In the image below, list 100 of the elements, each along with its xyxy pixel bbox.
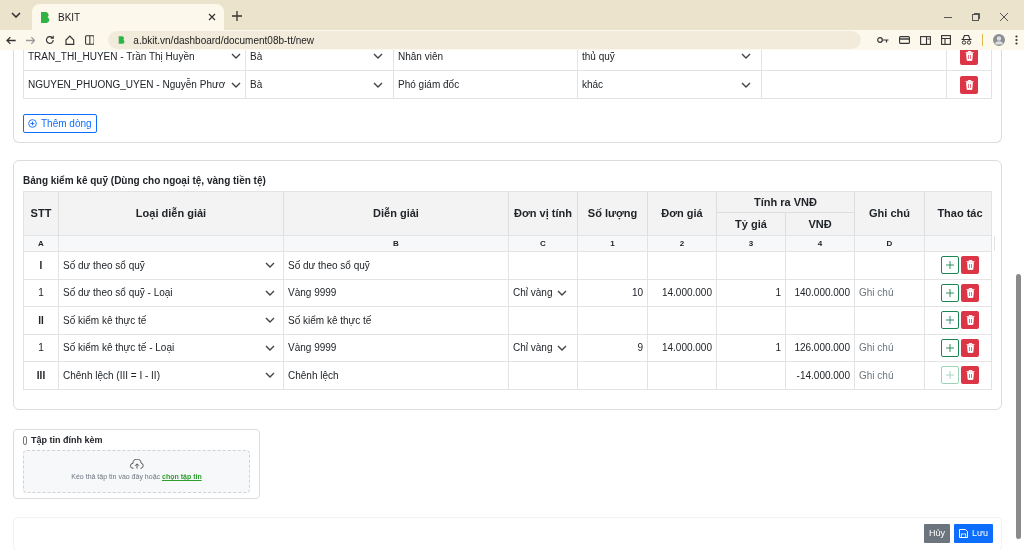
chevron-down-icon: [231, 81, 241, 88]
row-number: II: [38, 313, 44, 328]
number-field[interactable]: 140.000.000: [794, 285, 850, 301]
trash-icon: [965, 370, 975, 381]
save-button[interactable]: Lưu: [953, 524, 993, 543]
column-code: B: [393, 237, 399, 250]
column-header: Thao tác: [936, 206, 984, 222]
text-field[interactable]: Chênh lệch: [288, 367, 339, 383]
row-number: III: [36, 368, 46, 383]
chevron-down-icon: [231, 53, 241, 59]
column-code: D: [886, 237, 893, 250]
close-icon[interactable]: [208, 13, 216, 21]
select-field[interactable]: NGUYEN_PHUONG_UYEN - Nguyễn Phươ: [28, 71, 241, 98]
forward-icon[interactable]: [25, 35, 36, 45]
column-code: 2: [679, 237, 685, 250]
select-field[interactable]: Số kiểm kê thực tế - Loại: [63, 334, 279, 361]
scrollbar-thumb[interactable]: [1016, 274, 1021, 539]
number-field[interactable]: 14.000.000: [661, 285, 712, 301]
text-field[interactable]: Vàng 9999: [288, 340, 337, 356]
close-icon[interactable]: [1000, 13, 1008, 21]
text-field[interactable]: Số dư theo sổ quỹ: [288, 257, 370, 273]
plus-icon: [946, 288, 954, 297]
row-number: 1: [38, 286, 44, 301]
select-field[interactable]: Chênh lệch (III = I - II): [63, 362, 279, 389]
select-field[interactable]: thủ quỹ: [582, 50, 751, 70]
back-icon[interactable]: [6, 35, 16, 45]
select-field[interactable]: Chỉ vàng: [513, 334, 573, 361]
delete-button[interactable]: [961, 283, 979, 302]
text-field[interactable]: Phó giám đốc: [398, 71, 567, 98]
column-code: 4: [817, 237, 823, 250]
home-icon[interactable]: [65, 35, 75, 45]
delete-button[interactable]: [961, 256, 979, 275]
row-number: I: [39, 258, 43, 273]
chevron-down-icon: [265, 372, 275, 379]
restore-icon[interactable]: [972, 13, 980, 21]
trash-icon: [965, 260, 975, 271]
select-field[interactable]: Số dư theo sổ quỹ - Loại: [63, 279, 279, 306]
chevron-down-icon: [373, 53, 383, 59]
select-field[interactable]: Chỉ vàng: [513, 279, 573, 306]
key-icon[interactable]: [877, 36, 890, 44]
number-field[interactable]: 9: [637, 340, 643, 356]
note-field[interactable]: Ghi chú: [859, 367, 920, 383]
trash-icon: [965, 287, 975, 298]
note-field[interactable]: Ghi chú: [859, 340, 920, 356]
address-bar[interactable]: a.bkit.vn/dashboard/document08b-tt/new: [108, 31, 862, 49]
select-field[interactable]: Bà: [250, 50, 383, 70]
number-field[interactable]: 14.000.000: [661, 340, 712, 356]
number-field[interactable]: 10: [631, 285, 643, 301]
cloud-upload-icon: [129, 459, 144, 470]
trash-icon: [964, 51, 974, 61]
select-field[interactable]: TRAN_THI_HUYEN - Trần Thị Huyền: [28, 50, 241, 70]
number-field[interactable]: 1: [775, 285, 781, 301]
trash-icon: [965, 315, 975, 326]
text-field[interactable]: Vàng 9999: [288, 285, 337, 301]
column-code: 3: [748, 237, 754, 250]
chevron-down-icon: [741, 81, 751, 88]
delete-button[interactable]: [960, 50, 978, 65]
tab-list-icon[interactable]: [11, 12, 21, 18]
select-field[interactable]: Bà: [250, 71, 383, 98]
add-button[interactable]: [941, 338, 959, 357]
paperclip-icon: [23, 436, 27, 445]
cancel-button[interactable]: Hủy: [923, 524, 950, 543]
select-field[interactable]: Số dư theo sổ quỹ: [63, 252, 279, 279]
minimize-icon[interactable]: [944, 16, 952, 18]
text-field[interactable]: Số kiểm kê thực tế: [288, 312, 372, 328]
chevron-down-icon: [265, 262, 275, 269]
menu-icon[interactable]: [1015, 35, 1019, 45]
delete-button[interactable]: [961, 338, 979, 357]
delete-button[interactable]: [961, 311, 979, 330]
number-field[interactable]: 126.000.000: [794, 340, 850, 356]
layout-icon[interactable]: [941, 35, 952, 45]
note-field[interactable]: Ghi chú: [859, 285, 920, 301]
trash-icon: [964, 79, 974, 90]
add-row-button[interactable]: Thêm dòng: [23, 114, 97, 133]
delete-button[interactable]: [960, 75, 978, 94]
side-panel-icon[interactable]: [84, 35, 95, 45]
chevron-down-icon: [265, 317, 275, 324]
add-button[interactable]: [941, 256, 959, 275]
number-field[interactable]: -14.000.000: [796, 367, 850, 383]
section-title: Tập tin đính kèm: [31, 433, 103, 447]
avatar-icon[interactable]: [993, 34, 1006, 46]
card-icon[interactable]: [899, 36, 911, 44]
chevron-down-icon: [557, 289, 567, 296]
number-field[interactable]: 1: [775, 340, 781, 356]
add-button[interactable]: [941, 311, 959, 330]
tab-title: BKIT: [58, 10, 82, 25]
chevron-down-icon: [741, 53, 751, 59]
add-button[interactable]: [941, 283, 959, 302]
reload-icon[interactable]: [45, 35, 55, 45]
plus-circle-icon: [28, 119, 37, 128]
column-code: C: [540, 237, 546, 250]
browser-tab[interactable]: BKIT: [32, 4, 224, 30]
new-tab-icon[interactable]: [232, 11, 242, 21]
select-field[interactable]: khác: [582, 71, 751, 98]
reader-icon[interactable]: [920, 35, 932, 45]
trash-icon: [965, 342, 975, 353]
incognito-icon[interactable]: [961, 35, 973, 45]
select-field[interactable]: Số kiểm kê thực tế: [63, 307, 279, 334]
delete-button[interactable]: [961, 366, 979, 385]
text-field[interactable]: Nhân viên: [398, 50, 567, 70]
